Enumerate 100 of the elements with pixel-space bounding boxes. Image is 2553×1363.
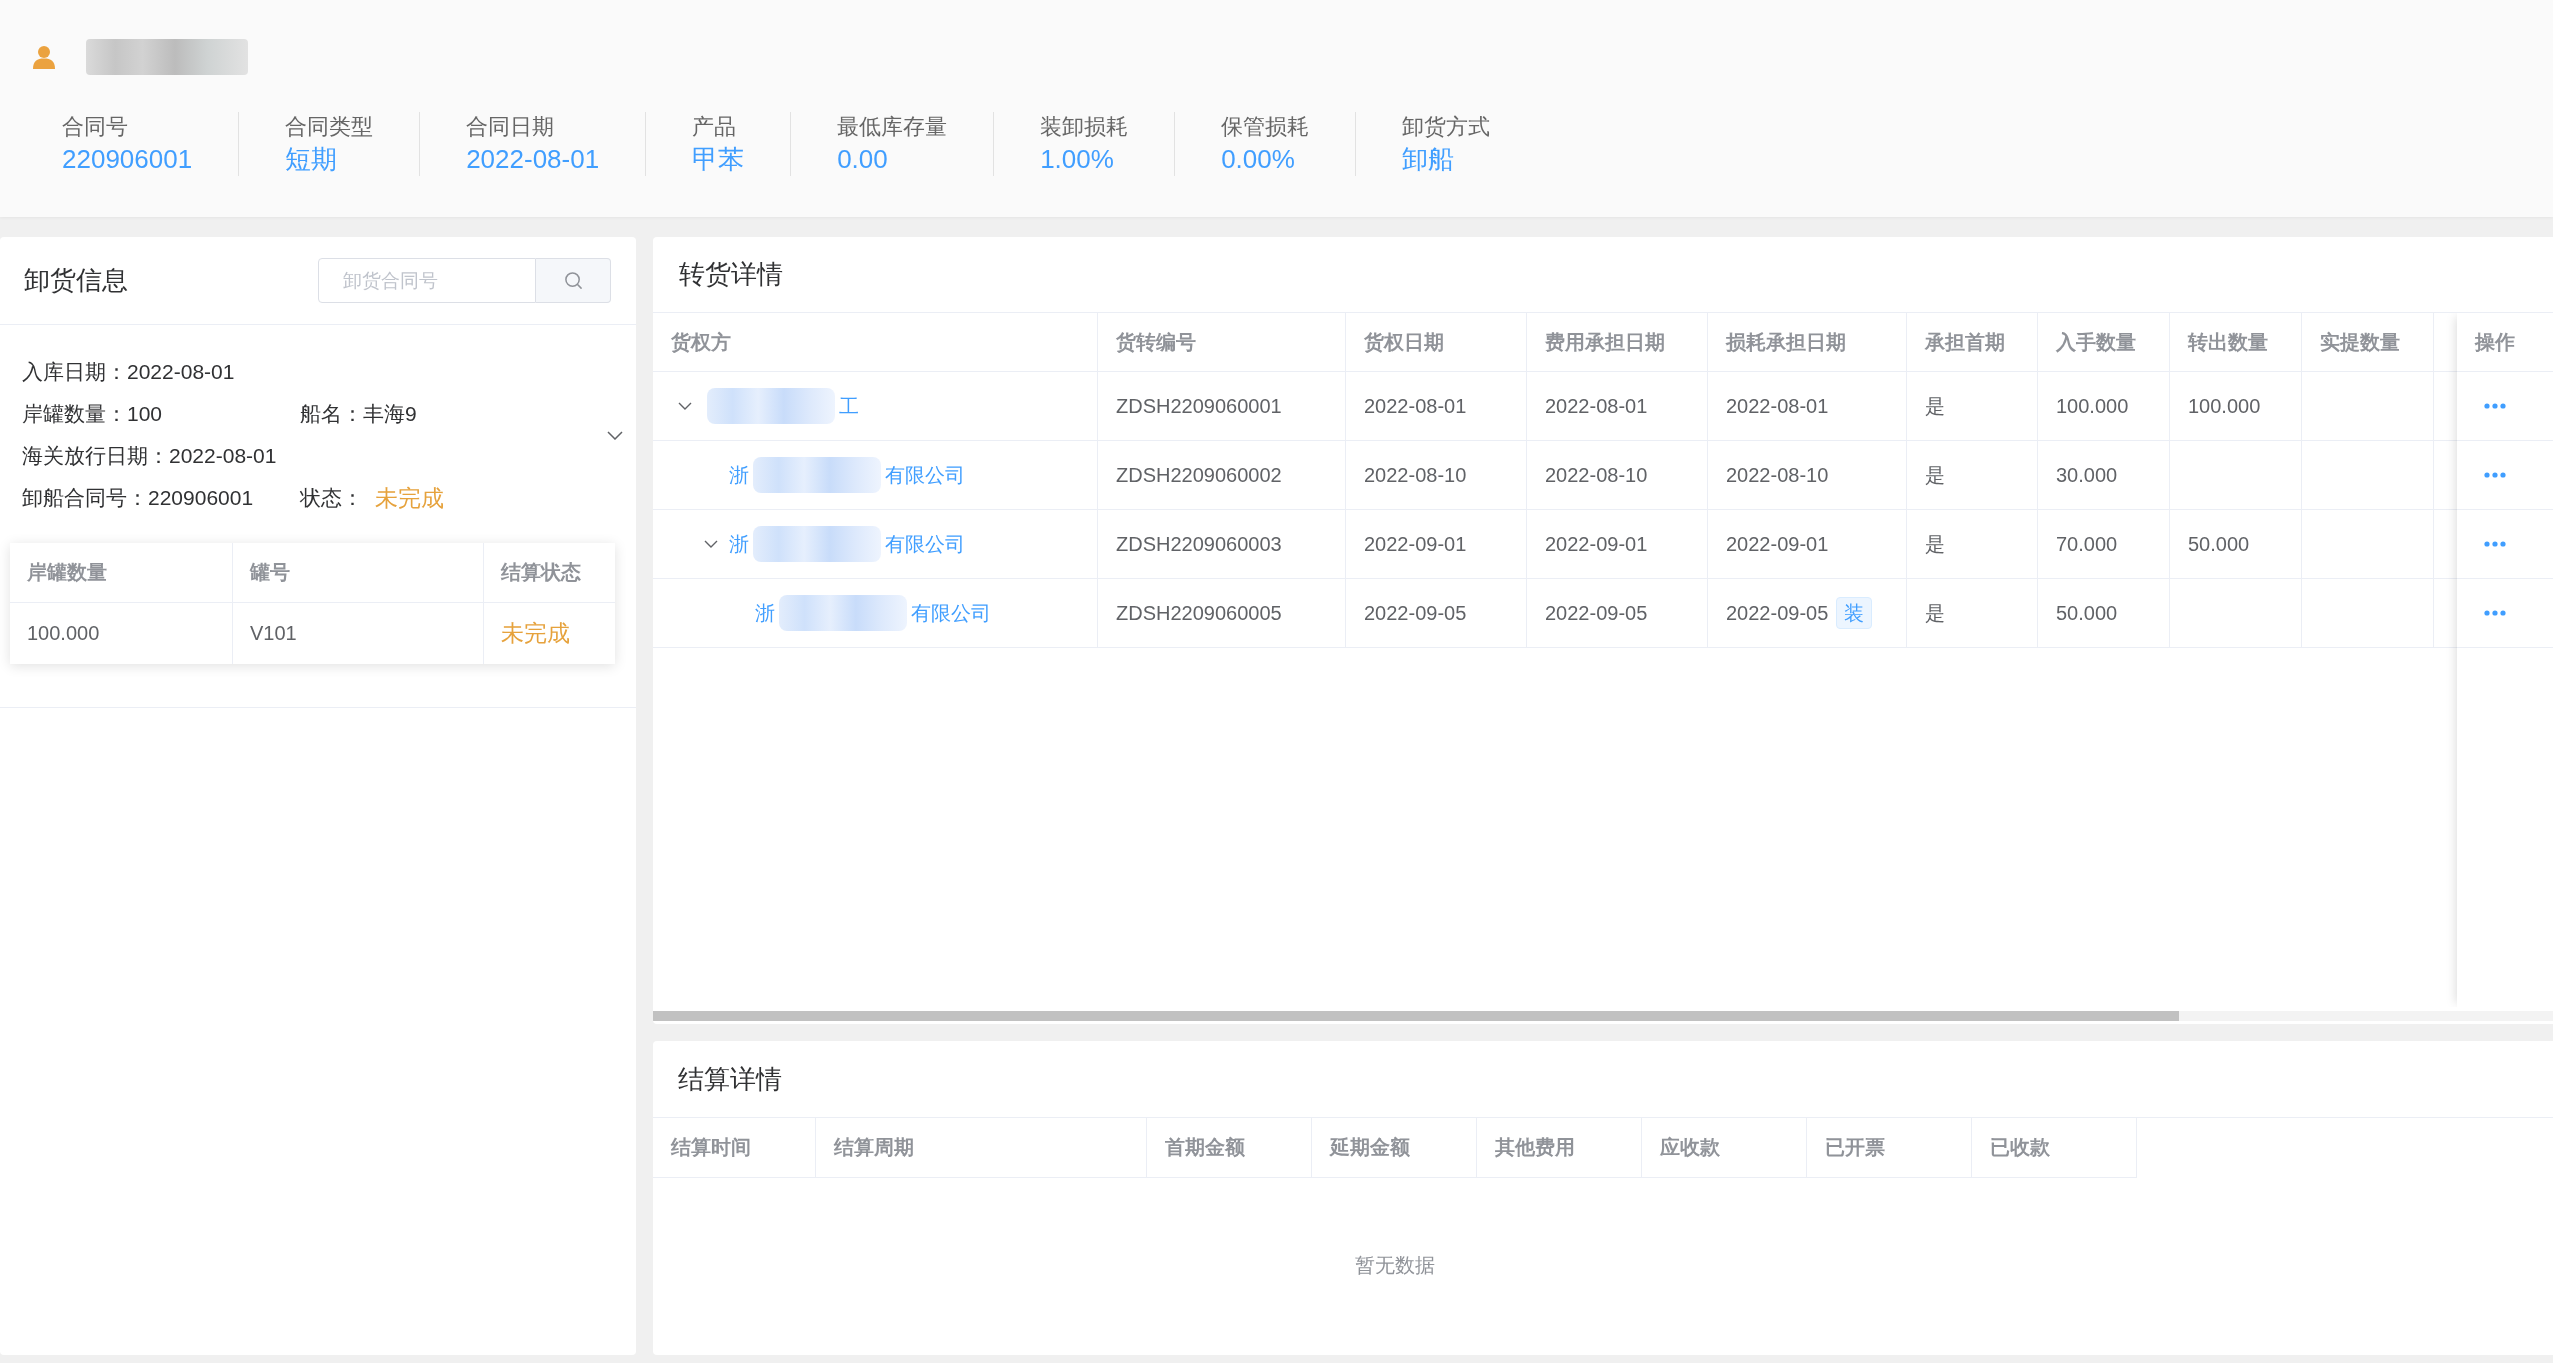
column-header: 操作	[2475, 329, 2515, 355]
table-cell: 2022-08-10	[1346, 441, 1527, 509]
company-name-link[interactable]: 有限公司	[911, 599, 991, 627]
column-header: 承担首期	[1907, 313, 2038, 371]
search-button[interactable]	[536, 258, 611, 303]
field-label: 最低库存量	[837, 113, 948, 141]
table-cell: 100.000	[2038, 372, 2170, 440]
info-value: 丰海9	[363, 401, 417, 427]
table-cell: ZDSH2209060002	[1098, 441, 1346, 509]
field-value: 短期	[285, 143, 339, 176]
column-header: 实提数量	[2302, 313, 2434, 371]
panel-title: 结算详情	[678, 1062, 782, 1096]
info-value: 220906001	[148, 486, 254, 510]
empty-state-text: 暂无数据	[1355, 1253, 1435, 1278]
chevron-down-icon[interactable]	[704, 540, 718, 548]
field-value: 0.00	[837, 143, 889, 176]
chevron-down-icon[interactable]	[678, 402, 692, 410]
panel-title: 卸货信息	[24, 264, 128, 297]
column-header: 转出数量	[2170, 313, 2302, 371]
company-name-link[interactable]: 有限公司	[885, 461, 965, 489]
more-icon[interactable]	[2484, 403, 2506, 409]
table-cell: 100.000	[10, 603, 233, 664]
info-label: 海关放行日期：	[22, 443, 169, 469]
status-text: 未完成	[375, 483, 444, 513]
column-header: 首期金额	[1147, 1118, 1312, 1178]
field-label: 合同号	[62, 113, 129, 141]
field-label: 产品	[692, 113, 738, 141]
type-tag: 装	[1836, 597, 1873, 629]
table-cell: 是	[1907, 372, 2038, 440]
table-cell: 50.000	[2170, 510, 2302, 578]
table-cell: 100.000	[2170, 372, 2302, 440]
company-name-link[interactable]: 有限公司	[885, 530, 965, 558]
column-header: 结算时间	[653, 1118, 816, 1178]
table-cell: 2022-09-05	[1726, 601, 1829, 625]
column-header: 费用承担日期	[1527, 313, 1708, 371]
panel-title: 转货详情	[679, 258, 783, 291]
table-cell: 是	[1907, 579, 2038, 647]
table-cell: ZDSH2209060005	[1098, 579, 1346, 647]
field-label: 装卸损耗	[1040, 113, 1129, 141]
field-label: 合同类型	[285, 113, 374, 141]
search-icon	[563, 271, 583, 290]
table-cell: 2022-08-01	[1527, 372, 1708, 440]
table-cell: 2022-09-05	[1527, 579, 1708, 647]
column-header: 其他费用	[1477, 1118, 1642, 1178]
column-header: 已开票	[1807, 1118, 1972, 1178]
table-cell: 是	[1907, 441, 2038, 509]
field-label: 保管损耗	[1221, 113, 1310, 141]
info-label: 入库日期：	[22, 359, 127, 385]
company-name-link[interactable]: 浙	[755, 599, 775, 627]
info-label: 船名：	[300, 401, 363, 427]
table-cell: 2022-08-01	[1708, 372, 1907, 440]
info-label: 卸船合同号：	[22, 485, 148, 511]
table-cell: 2022-09-05	[1346, 579, 1527, 647]
column-header: 货转编号	[1098, 313, 1346, 371]
column-header: 延期金额	[1312, 1118, 1477, 1178]
info-label: 岸罐数量：	[22, 401, 127, 427]
table-cell: ZDSH2209060001	[1098, 372, 1346, 440]
table-cell: V101	[233, 603, 484, 664]
field-value: 220906001	[62, 143, 193, 176]
table-cell: 2022-09-01	[1527, 510, 1708, 578]
more-icon[interactable]	[2484, 610, 2506, 616]
chevron-down-icon[interactable]	[607, 430, 623, 440]
more-icon[interactable]	[2484, 472, 2506, 478]
table-cell: 2022-09-01	[1346, 510, 1527, 578]
table-cell: ZDSH2209060003	[1098, 510, 1346, 578]
column-header: 已收款	[1972, 1118, 2137, 1178]
horizontal-scrollbar[interactable]	[653, 1011, 2553, 1021]
status-text: 未完成	[500, 619, 571, 648]
company-name-link[interactable]: 浙	[729, 530, 749, 558]
column-header: 应收款	[1642, 1118, 1807, 1178]
user-icon	[33, 45, 55, 69]
column-header: 入手数量	[2038, 313, 2170, 371]
company-name-link[interactable]: 浙	[729, 461, 749, 489]
table-cell: 2022-08-10	[1708, 441, 1907, 509]
table-cell: 是	[1907, 510, 2038, 578]
column-header: 结算周期	[816, 1118, 1147, 1178]
column-header: 损耗承担日期	[1708, 313, 1907, 371]
table-cell: 70.000	[2038, 510, 2170, 578]
field-value: 1.00%	[1040, 143, 1115, 176]
info-value: 2022-08-01	[127, 360, 235, 384]
table-cell: 2022-08-01	[1346, 372, 1527, 440]
info-value: 100	[127, 402, 163, 426]
info-label: 状态：	[300, 485, 363, 511]
column-header: 岸罐数量	[10, 543, 233, 602]
field-value: 甲苯	[692, 143, 745, 176]
table-cell: 2022-09-01	[1708, 510, 1907, 578]
table-cell: 50.000	[2038, 579, 2170, 647]
column-header: 罐号	[233, 543, 484, 602]
column-header: 货权日期	[1346, 313, 1527, 371]
company-name-link[interactable]: 工	[839, 392, 859, 420]
field-value: 0.00%	[1221, 143, 1296, 176]
more-icon[interactable]	[2484, 541, 2506, 547]
info-value: 2022-08-01	[169, 444, 277, 468]
search-field[interactable]: 卸货合同号	[318, 258, 536, 303]
table-cell: 2022-08-10	[1527, 441, 1708, 509]
field-label: 卸货方式	[1402, 113, 1491, 141]
field-value: 2022-08-01	[466, 143, 600, 176]
column-header: 结算状态	[499, 560, 582, 585]
column-header: 货权方	[653, 313, 1098, 371]
field-label: 合同日期	[466, 113, 556, 141]
